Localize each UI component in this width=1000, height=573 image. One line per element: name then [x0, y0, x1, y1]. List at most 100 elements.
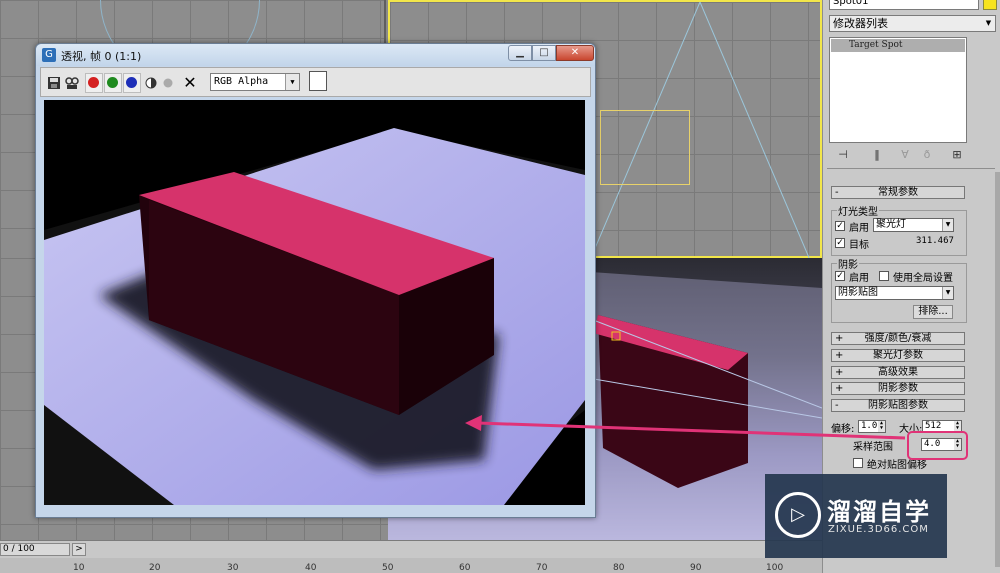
blue-channel-button[interactable] — [123, 73, 141, 93]
rollout-sign: + — [835, 350, 844, 361]
shadow-type-value: 阴影贴图 — [838, 287, 878, 298]
sample-range-label: 采样范围 — [853, 442, 893, 453]
green-channel-button[interactable] — [104, 73, 122, 93]
clear-icon[interactable]: ✕ — [183, 75, 197, 91]
light-on-checkbox[interactable]: ✓ — [835, 221, 845, 231]
panel-divider — [827, 168, 995, 169]
stack-item-target-spot[interactable]: Target Spot — [831, 39, 965, 52]
pin-stack-icon[interactable]: ⊣ — [835, 147, 851, 163]
tick-label: 80 — [613, 563, 625, 573]
save-icon[interactable] — [47, 76, 61, 90]
absolute-bias-checkbox[interactable] — [853, 458, 863, 468]
render-frame-window: G 透视, 帧 0 (1:1) ▁ □ ✕ ✕ RGB Alpha ▼ — [35, 43, 596, 518]
tick-label: 20 — [149, 563, 161, 573]
light-type-group-title: 灯光类型 — [837, 203, 879, 218]
clone-icon[interactable] — [65, 76, 79, 90]
chevron-down-icon: ▼ — [942, 287, 953, 299]
tick-label: 60 — [459, 563, 471, 573]
light-type-dropdown[interactable]: 聚光灯 ▼ — [873, 218, 954, 232]
watermark-url: ZIXUE.3D66.COM — [828, 524, 929, 535]
shadows-on-checkbox[interactable]: ✓ — [835, 271, 845, 281]
close-button[interactable]: ✕ — [556, 45, 594, 61]
rollout-label: 阴影参数 — [878, 383, 918, 394]
channel-select[interactable]: RGB Alpha ▼ — [210, 73, 300, 91]
green-channel-icon — [107, 77, 118, 88]
time-ruler[interactable]: 10 20 30 40 50 60 70 80 90 100 — [0, 558, 825, 573]
channel-select-value: RGB Alpha — [214, 76, 269, 87]
front-box-outline — [600, 110, 690, 185]
light-on-label: 启用 — [849, 223, 869, 234]
rollout-label: 阴影贴图参数 — [868, 400, 928, 411]
object-name-field[interactable]: Spot01 — [829, 0, 979, 10]
red-channel-icon — [88, 77, 99, 88]
bias-spinner[interactable]: 1.0 ▲ ▼ — [858, 420, 886, 433]
show-end-result-icon[interactable]: ‖ — [869, 147, 885, 163]
tick-label: 100 — [766, 563, 784, 573]
panel-scrollbar[interactable] — [995, 172, 1000, 567]
chevron-down-icon: ▼ — [942, 219, 953, 231]
rollout-sign: - — [835, 400, 839, 411]
tick-label: 30 — [227, 563, 239, 573]
rendered-image — [44, 100, 585, 505]
rollout-label: 强度/颜色/衰减 — [864, 333, 932, 344]
rollout-general-params[interactable]: - 常规参数 — [831, 186, 965, 199]
maximize-button[interactable]: □ — [532, 45, 556, 61]
use-global-checkbox[interactable] — [879, 271, 889, 281]
timeline: 0 / 100 > 10 20 30 40 50 60 70 80 90 100 — [0, 540, 825, 573]
rollout-advanced[interactable]: + 高级效果 — [831, 366, 965, 379]
size-value: 512 — [925, 421, 942, 431]
object-color-swatch[interactable] — [983, 0, 997, 10]
tick-label: 90 — [690, 563, 702, 573]
modifier-list-dropdown[interactable]: 修改器列表 ▼ — [829, 15, 996, 32]
next-frame-button[interactable]: > — [72, 543, 86, 556]
sample-range-highlight — [907, 431, 968, 460]
app-icon: G — [42, 48, 56, 62]
shadow-type-dropdown[interactable]: 阴影贴图 ▼ — [835, 286, 954, 300]
rollout-shadow-map[interactable]: - 阴影贴图参数 — [831, 399, 965, 412]
stack-toolbar: ⊣ ‖ ∀ ð ⊞ — [829, 147, 989, 163]
light-type-value: 聚光灯 — [876, 219, 906, 230]
chevron-down-icon: ▼ — [285, 74, 299, 90]
color-swatch[interactable] — [309, 71, 327, 91]
bias-value: 1.0 — [861, 421, 878, 431]
remove-modifier-icon[interactable]: ð — [919, 147, 935, 163]
tick-label: 40 — [305, 563, 317, 573]
bias-label: 偏移: — [831, 424, 855, 435]
target-distance: 311.467 — [916, 236, 954, 246]
alpha-channel-icon[interactable] — [144, 76, 158, 90]
use-global-label: 使用全局设置 — [893, 273, 953, 284]
targeted-label: 目标 — [849, 240, 869, 251]
shadows-on-label: 启用 — [849, 273, 869, 284]
render-window-titlebar[interactable]: G 透视, 帧 0 (1:1) ▁ □ ✕ — [36, 44, 595, 66]
rollout-label: 高级效果 — [878, 367, 918, 378]
configure-sets-icon[interactable]: ⊞ — [949, 147, 965, 163]
targeted-checkbox[interactable]: ✓ — [835, 238, 845, 248]
rollout-sign: + — [835, 367, 844, 378]
tick-label: 50 — [382, 563, 394, 573]
rollout-sign: + — [835, 383, 844, 394]
watermark: ▷ 溜溜自学 ZIXUE.3D66.COM — [765, 474, 947, 558]
rollout-sign: + — [835, 333, 844, 344]
modifier-list-label: 修改器列表 — [833, 17, 888, 30]
render-toolbar: ✕ RGB Alpha ▼ — [40, 67, 591, 97]
spinner-arrows-icon: ▲ ▼ — [878, 420, 885, 432]
make-unique-icon[interactable]: ∀ — [897, 147, 913, 163]
rollout-label: 聚光灯参数 — [873, 350, 923, 361]
mono-icon[interactable] — [161, 76, 175, 90]
chevron-down-icon: ▼ — [985, 19, 992, 27]
rollout-shadow-params[interactable]: + 阴影参数 — [831, 382, 965, 395]
rollout-intensity[interactable]: + 强度/颜色/衰减 — [831, 332, 965, 345]
minimize-button[interactable]: ▁ — [508, 45, 532, 61]
rollout-spotlight[interactable]: + 聚光灯参数 — [831, 349, 965, 362]
red-channel-button[interactable] — [85, 73, 103, 93]
blue-channel-icon — [126, 77, 137, 88]
render-window-title: 透视, 帧 0 (1:1) — [61, 50, 142, 63]
render-canvas — [44, 100, 585, 505]
watermark-title: 溜溜自学 — [827, 498, 931, 526]
exclude-button[interactable]: 排除... — [913, 305, 953, 319]
play-logo-icon: ▷ — [775, 492, 821, 538]
rollout-label: 常规参数 — [878, 187, 918, 198]
tick-label: 10 — [73, 563, 85, 573]
frame-counter[interactable]: 0 / 100 — [0, 543, 70, 556]
rollout-sign: - — [835, 187, 839, 198]
